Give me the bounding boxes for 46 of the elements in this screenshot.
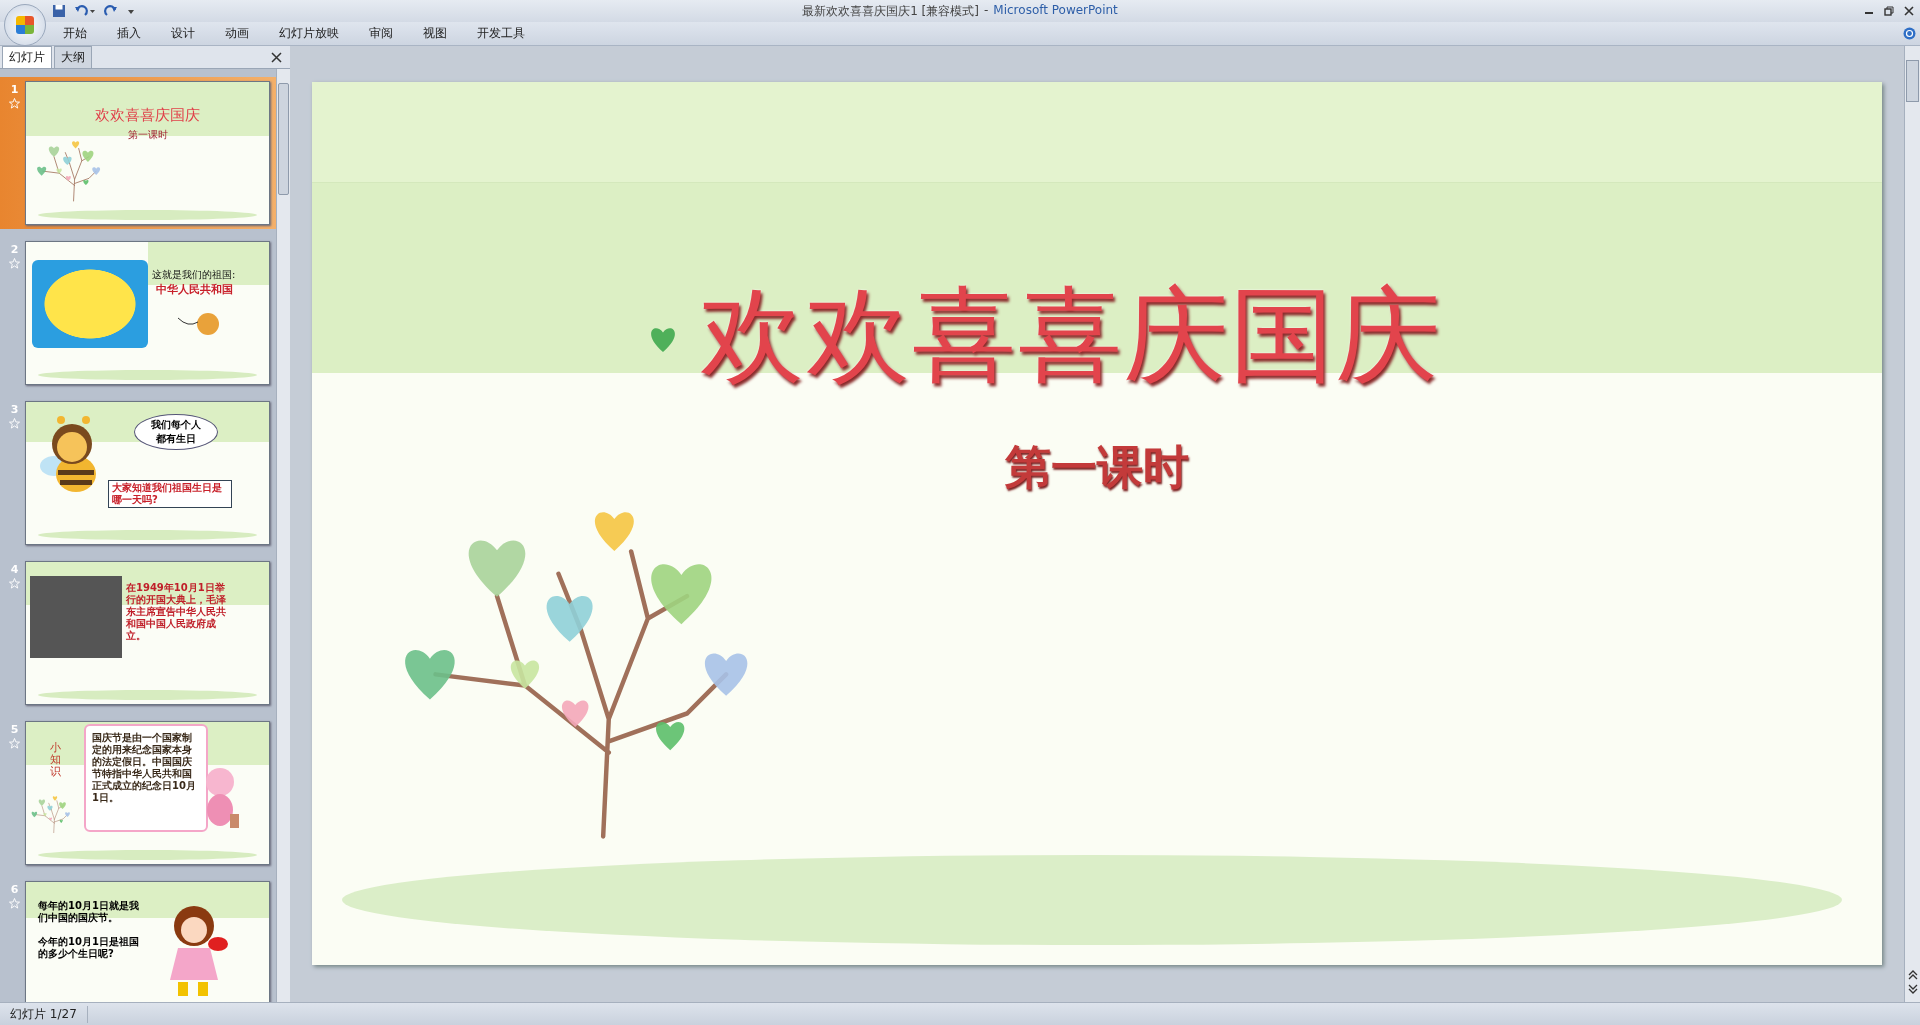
slide-title: 欢欢喜喜庆国庆 [94,106,201,125]
ribbon-tab[interactable]: 动画 [210,23,264,44]
document-title: 最新欢欢喜喜庆国庆1 [兼容模式] [802,2,979,20]
ribbon-tab[interactable]: 审阅 [354,23,408,44]
slide-thumbnail[interactable]: 小知识 国庆节是由一个国家制定的用来纪念国家本身的法定假日。中国国庆节特指中华人民共和国正式成立的纪念日10月1日。 [25,721,270,865]
ribbon-tab[interactable]: 开始 [48,23,102,44]
slide-thumbnail[interactable]: 欢欢喜喜庆国庆 第一课时 [25,81,270,225]
panel-tab[interactable]: 大纲 [54,46,92,68]
ribbon-tab[interactable]: 插入 [102,23,156,44]
slide-thumbnail-row[interactable]: 6 每年的10月1日就是我们中国的国庆节。 今年的10月1日是祖国的多少个生日呢? [0,877,276,1002]
slide-thumbnail[interactable]: 在1949年10月1日举行的开国大典上，毛泽东主席宣告中华人民共和国中国人民政府成立。 [25,561,270,705]
ribbon-tab[interactable]: 设计 [156,23,210,44]
slide-heading: 中华人民共和国 [156,282,233,297]
slide-text: 每年的10月1日就是我们中国的国庆节。 [38,900,140,924]
slide-thumbnail-row[interactable]: 4 在1949年10月1日举行的开国大典上，毛泽东主席宣告中华人民共和国中国人民政府成立。 [0,557,276,709]
slide-number: 6 [10,883,19,896]
ribbon-tab[interactable]: 开发工具 [462,23,540,44]
slide-thumbnail-row[interactable]: 1 欢欢喜喜庆国庆 第一课时 [0,77,276,229]
slide-subtitle: 第一课时 [1004,439,1190,496]
slide-thumbnail-row[interactable]: 2 这就是我们的祖国: 中华人民共和国 [0,237,276,389]
slide-thumbnail-row[interactable]: 5 小知识 国庆节是由一个国家制定的用来纪念国家本身的法定假日。中国国庆节特指中华人民共和国正式成立的纪念日10月1日。 [0,717,276,869]
ribbon-tab[interactable]: 幻灯片放映 [264,23,354,44]
bubble-text-line: 我们每个人 [151,418,201,432]
title-separator: - [984,2,989,19]
slide-thumbnail[interactable]: 每年的10月1日就是我们中国的国庆节。 今年的10月1日是祖国的多少个生日呢? [25,881,270,1002]
slide-caption: 这就是我们的祖国: [152,268,236,282]
vertical-title: 小知识 [50,742,61,779]
slide-number: 3 [10,403,19,416]
slide-subtitle: 第一课时 [126,128,169,142]
slide-counter: 幻灯片 1/27 [0,1005,88,1023]
slide-number: 5 [10,723,19,736]
bubble-text-line: 都有生日 [156,432,196,446]
ribbon-tab[interactable]: 视图 [408,23,462,44]
slide-number: 2 [10,243,19,256]
slide-thumbnail[interactable]: 这就是我们的祖国: 中华人民共和国 [25,241,270,385]
app-name: Microsoft PowerPoint [993,2,1118,19]
slide-thumbnail[interactable]: 我们每个人 都有生日 大家知道我们祖国生日是哪一天吗? [25,401,270,545]
slide-text: 在1949年10月1日举行的开国大典上，毛泽东主席宣告中华人民共和国中国人民政府成立。 [126,582,226,642]
slide-number: 1 [10,83,19,96]
slide-title: 欢欢喜喜庆国庆 [700,273,1442,398]
slide-text: 今年的10月1日是祖国的多少个生日呢? [38,936,140,960]
slide-thumbnail-row[interactable]: 3 我们每个人 都有生日 大家知道我们祖国生日是哪一天吗? [0,397,276,549]
question-text: 大家知道我们祖国生日是哪一天吗? [108,480,232,508]
panel-tab[interactable]: 幻灯片 [2,46,52,68]
slide-number: 4 [10,563,19,576]
slide-text: 国庆节是由一个国家制定的用来纪念国家本身的法定假日。中国国庆节特指中华人民共和国正式成立的纪念日10月1日。 [92,732,196,803]
